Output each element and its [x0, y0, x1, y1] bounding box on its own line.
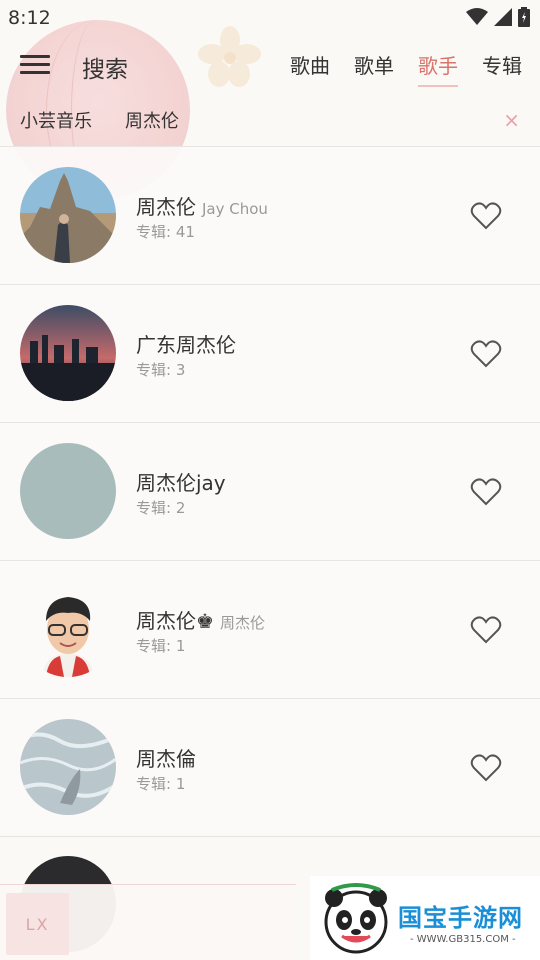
page-title: 搜索: [82, 57, 128, 83]
artist-list: 周杰伦 Jay Chou 专辑: 41 广东周杰伦 专辑: 3 周杰伦jay 专辑…: [0, 146, 540, 837]
avatar: [20, 719, 116, 815]
heart-icon[interactable]: [470, 615, 502, 645]
panda-logo: [324, 883, 388, 954]
list-item[interactable]: 周杰倫 专辑: 1: [0, 699, 540, 837]
artist-alias: 周杰伦: [219, 614, 265, 632]
source-selector[interactable]: 小芸音乐: [20, 107, 92, 133]
wifi-icon: [466, 8, 488, 25]
tab-playlists[interactable]: 歌单: [354, 50, 394, 87]
signal-icon: [494, 8, 512, 26]
menu-button[interactable]: [20, 52, 50, 78]
heart-icon[interactable]: [470, 753, 502, 783]
battery-icon: [518, 7, 530, 27]
artist-name: 周杰伦♚ 周杰伦: [136, 609, 265, 633]
tab-albums[interactable]: 专辑: [482, 50, 522, 87]
avatar: [20, 305, 116, 401]
artist-name: 周杰伦jay: [136, 471, 226, 495]
artist-name: 广东周杰伦: [136, 333, 236, 357]
artist-alias: Jay Chou: [202, 200, 268, 218]
app-header: 搜索 歌曲 歌单 歌手 专辑: [0, 36, 540, 96]
player-cover[interactable]: LX: [6, 893, 69, 955]
avatar: [20, 443, 116, 539]
album-count: 专辑: 1: [136, 637, 186, 655]
menu-icon: [20, 55, 50, 58]
watermark-text: 国宝手游网: [398, 904, 523, 932]
mini-player[interactable]: LX: [0, 884, 296, 960]
album-count: 专辑: 2: [136, 499, 186, 517]
close-icon[interactable]: ×: [503, 108, 520, 132]
tab-songs[interactable]: 歌曲: [290, 50, 330, 87]
watermark-logo: 国宝手游网 - WWW.GB315.COM -: [310, 876, 540, 960]
artist-name: 周杰倫: [136, 747, 196, 771]
heart-icon[interactable]: [470, 201, 502, 231]
avatar: [20, 167, 116, 263]
album-count: 专辑: 3: [136, 361, 186, 379]
artist-name: 周杰伦 Jay Chou: [136, 195, 268, 219]
search-type-tabs: 歌曲 歌单 歌手 专辑: [290, 50, 522, 87]
status-bar: 8:12: [0, 0, 540, 36]
tab-artists[interactable]: 歌手: [418, 50, 458, 87]
list-item[interactable]: 周杰伦 Jay Chou 专辑: 41: [0, 147, 540, 285]
heart-icon[interactable]: [470, 477, 502, 507]
search-input[interactable]: 周杰伦: [125, 107, 179, 133]
list-item[interactable]: 广东周杰伦 专辑: 3: [0, 285, 540, 423]
search-bar: 小芸音乐 周杰伦 ×: [0, 96, 540, 146]
list-item[interactable]: 周杰伦♚ 周杰伦 专辑: 1: [0, 561, 540, 699]
list-item[interactable]: 周杰伦jay 专辑: 2: [0, 423, 540, 561]
watermark-url: - WWW.GB315.COM -: [410, 934, 516, 945]
heart-icon[interactable]: [470, 339, 502, 369]
album-count: 专辑: 1: [136, 775, 186, 793]
status-time: 8:12: [8, 7, 51, 29]
album-count: 专辑: 41: [136, 223, 195, 241]
avatar: [20, 581, 116, 677]
